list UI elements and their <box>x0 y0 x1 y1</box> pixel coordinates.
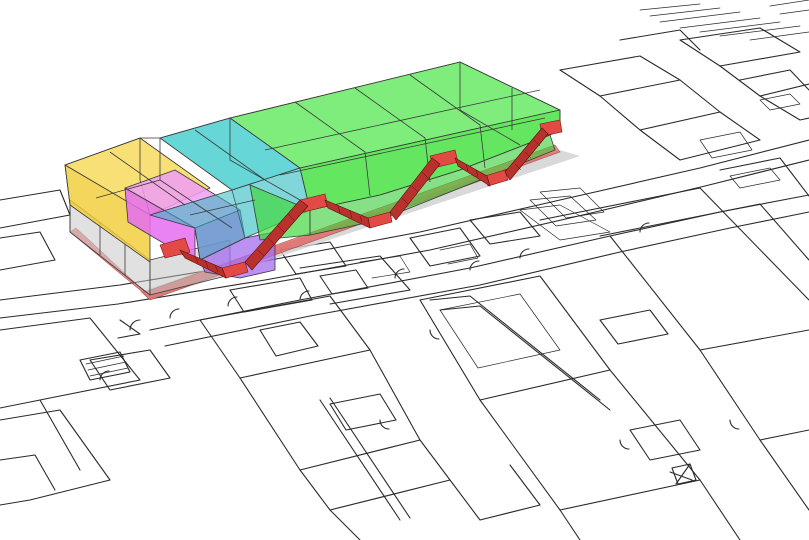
model-viewport[interactable] <box>0 0 809 540</box>
massing-drawing <box>0 0 809 540</box>
